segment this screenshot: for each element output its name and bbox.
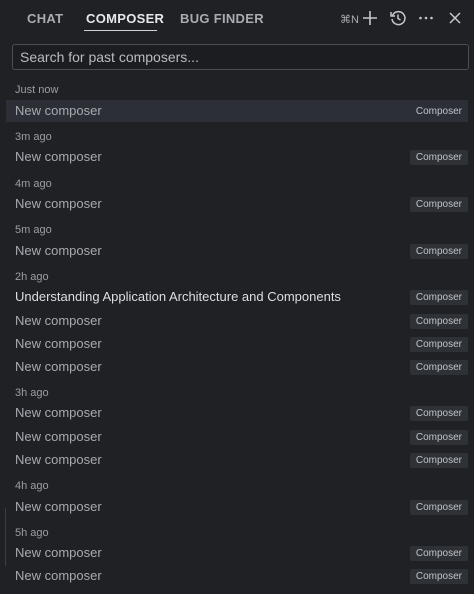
search-box xyxy=(12,44,469,70)
list-item[interactable]: New composer Composer xyxy=(6,565,468,587)
group-label: 4m ago xyxy=(15,178,52,190)
composer-title: Understanding Application Architecture a… xyxy=(15,289,341,304)
group-label: 3m ago xyxy=(15,131,52,143)
new-composer-shortcut: ⌘N xyxy=(340,14,359,26)
composer-title: New composer xyxy=(15,405,102,420)
composer-badge: Composer xyxy=(409,290,468,305)
list-item[interactable]: New composer Composer xyxy=(6,100,468,122)
composer-badge: Composer xyxy=(409,500,468,515)
composer-panel: CHAT COMPOSER BUG FINDER ⌘N Search for p… xyxy=(0,0,474,594)
composer-title: New composer xyxy=(15,568,102,583)
composer-badge: Composer xyxy=(409,150,468,165)
group-label: 2h ago xyxy=(15,271,49,283)
composer-title: New composer xyxy=(15,313,102,328)
list-item[interactable]: New composer Composer xyxy=(6,356,468,378)
composer-title: New composer xyxy=(15,499,102,514)
group-label: 3h ago xyxy=(15,387,49,399)
more-icon[interactable] xyxy=(417,9,435,27)
list-item[interactable]: New composer Composer xyxy=(6,333,468,355)
composer-badge: Composer xyxy=(415,106,462,117)
group-label: Just now xyxy=(15,84,59,96)
composer-title: New composer xyxy=(15,149,102,164)
composer-badge: Composer xyxy=(409,406,468,421)
close-icon[interactable] xyxy=(446,9,464,27)
list-item[interactable]: New composer Composer xyxy=(6,426,468,448)
list-item[interactable]: New composer Composer xyxy=(6,402,468,424)
plus-icon[interactable] xyxy=(361,9,379,27)
list-item[interactable]: New composer Composer xyxy=(6,542,468,564)
list-item[interactable]: New composer Composer xyxy=(6,193,468,215)
composer-badge: Composer xyxy=(409,546,468,561)
group-label: 5h ago xyxy=(15,527,49,539)
active-tab-indicator xyxy=(84,30,157,31)
list-item[interactable]: Understanding Application Architecture a… xyxy=(6,286,468,308)
group-label: 5m ago xyxy=(15,224,52,236)
tab-bug-finder[interactable]: BUG FINDER xyxy=(180,11,264,26)
panel-edge-divider xyxy=(0,508,6,566)
search-input[interactable] xyxy=(13,45,468,69)
composer-badge: Composer xyxy=(409,430,468,445)
history-icon[interactable] xyxy=(389,9,407,27)
composer-title: New composer xyxy=(15,103,102,118)
composer-title: New composer xyxy=(15,196,102,211)
list-item[interactable]: New composer Composer xyxy=(6,310,468,332)
composer-badge: Composer xyxy=(409,360,468,375)
composer-title: New composer xyxy=(15,243,102,258)
tab-composer[interactable]: COMPOSER xyxy=(86,11,164,26)
list-item[interactable]: New composer Composer xyxy=(6,449,468,471)
composer-title: New composer xyxy=(15,336,102,351)
composer-badge: Composer xyxy=(409,314,468,329)
list-item[interactable]: New composer Composer xyxy=(6,240,468,262)
composer-badge: Composer xyxy=(409,453,468,468)
list-item[interactable]: New composer Composer xyxy=(6,146,468,168)
composer-title: New composer xyxy=(15,545,102,560)
composer-badge: Composer xyxy=(409,244,468,259)
composer-badge: Composer xyxy=(409,197,468,212)
composer-badge: Composer xyxy=(409,337,468,352)
composer-title: New composer xyxy=(15,359,102,374)
panel-header: CHAT COMPOSER BUG FINDER ⌘N xyxy=(0,0,474,38)
composer-badge: Composer xyxy=(409,569,468,584)
list-item[interactable]: New composer Composer xyxy=(6,496,468,518)
composer-title: New composer xyxy=(15,429,102,444)
tab-chat[interactable]: CHAT xyxy=(27,11,63,26)
group-label: 4h ago xyxy=(15,480,49,492)
composer-title: New composer xyxy=(15,452,102,467)
